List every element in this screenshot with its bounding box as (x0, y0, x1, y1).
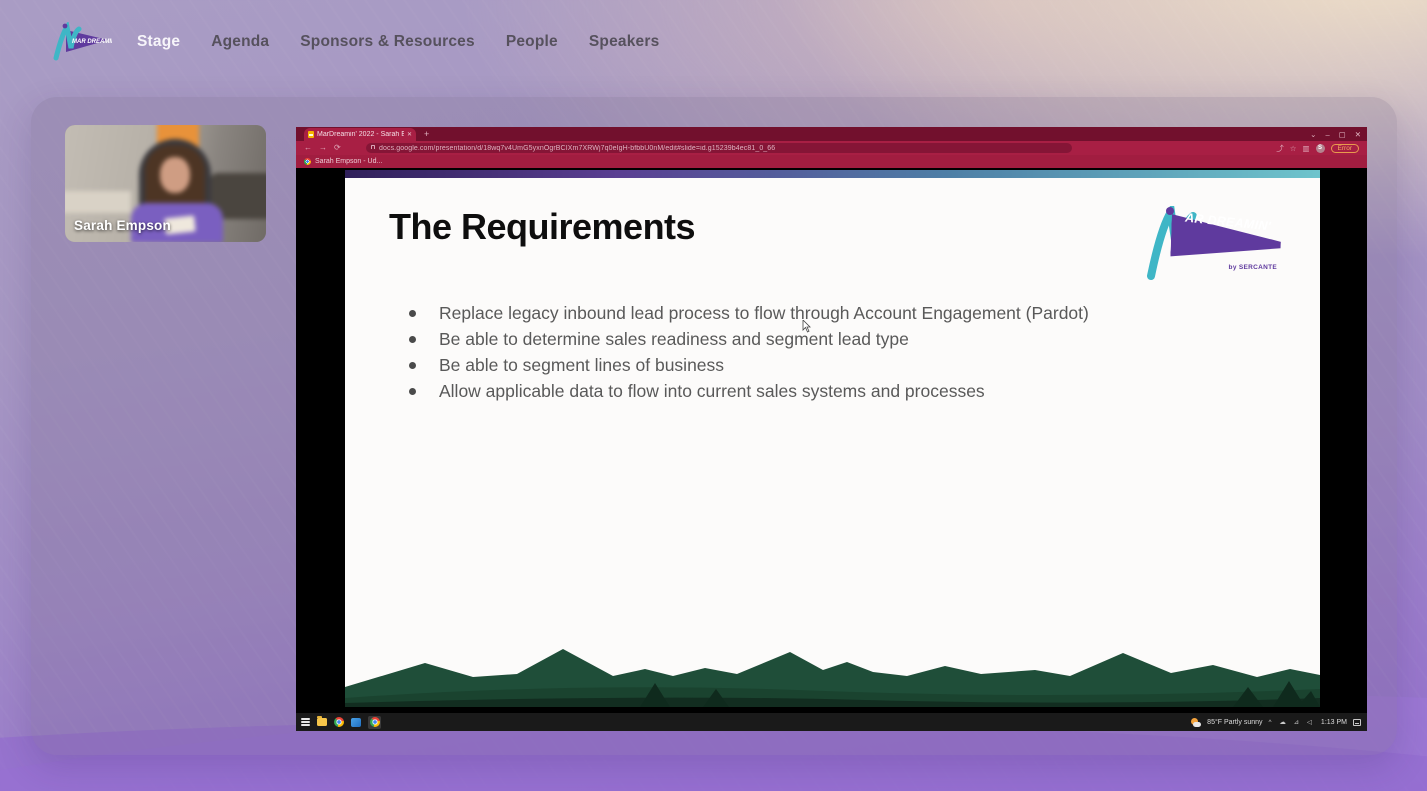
mail-app-icon[interactable] (351, 717, 361, 727)
slide-mardreamin-logo: AR DREAMIN' by SERCANTE (1145, 204, 1283, 282)
screenshare-video[interactable]: MarDreamin' 2022 - Sarah Empso ✕ + ⌄ – ▢… (296, 127, 1367, 731)
browser-tabstrip: MarDreamin' 2022 - Sarah Empso ✕ + ⌄ – ▢… (296, 127, 1367, 141)
presentation-viewport: The Requirements AR DREAMIN' by SERCANTE… (296, 168, 1367, 713)
share-icon[interactable]: ⤴ (1276, 143, 1284, 154)
chrome-icon[interactable] (369, 717, 380, 727)
new-tab-button[interactable]: + (424, 129, 429, 140)
start-menu-icon[interactable] (301, 718, 310, 726)
notification-center-icon[interactable] (1353, 718, 1361, 726)
clock[interactable]: 1:13 PM (1321, 719, 1347, 726)
taskbar-apps (301, 715, 381, 729)
slide-title: The Requirements (389, 206, 696, 247)
minimize-icon[interactable]: – (1325, 130, 1329, 139)
speaker-name-label: Sarah Empson (74, 218, 171, 233)
tab-search-icon[interactable]: ⌄ (1310, 130, 1316, 139)
bullet-item: Allow applicable data to flow into curre… (405, 378, 1265, 404)
mountain-graphic (345, 649, 1320, 707)
lock-icon (371, 145, 375, 149)
bullet-item: Be able to determine sales readiness and… (405, 326, 1265, 352)
speaker-webcam-tile[interactable]: Sarah Empson (65, 125, 266, 242)
bullet-item: Be able to segment lines of business (405, 352, 1265, 378)
browser-nav-buttons: ← → ⟳ (304, 142, 341, 154)
nav-item-speakers[interactable]: Speakers (589, 33, 660, 51)
profile-avatar[interactable]: S (1315, 143, 1325, 153)
bookmarks-bar: Sarah Empson - Ud... (296, 155, 1367, 168)
toolbar-right: ⤴ ☆ ▥ S Error (1276, 141, 1359, 155)
nav-menu: Stage Agenda Sponsors & Resources People… (137, 33, 659, 51)
slide: The Requirements AR DREAMIN' by SERCANTE… (345, 170, 1320, 707)
bookmark-star-icon[interactable]: ☆ (1290, 144, 1297, 153)
close-icon[interactable]: ✕ (1355, 130, 1361, 139)
weather-text[interactable]: 85°F Partly sunny (1207, 719, 1262, 726)
browser-tab[interactable]: MarDreamin' 2022 - Sarah Empso ✕ (304, 128, 416, 141)
mouse-cursor-icon (802, 320, 811, 333)
side-panel-icon[interactable]: ▥ (1302, 144, 1309, 153)
nav-item-sponsors-resources[interactable]: Sponsors & Resources (300, 33, 475, 51)
url-text: docs.google.com/presentation/d/18wq7v4Um… (379, 144, 776, 152)
slide-bullet-list: Replace legacy inbound lead process to f… (405, 300, 1265, 404)
system-tray: 85°F Partly sunny ^ ☁ ⊿ ◁ 1:13 PM (1191, 717, 1361, 727)
tab-close-icon[interactable]: ✕ (407, 131, 412, 138)
google-slides-icon (308, 131, 314, 138)
logo-text: MAR DREAMIN' (72, 39, 112, 45)
nav-item-agenda[interactable]: Agenda (211, 33, 269, 51)
chrome-icon[interactable] (334, 717, 344, 727)
back-icon[interactable]: ← (304, 142, 312, 154)
logo-byline: by SERCANTE (1228, 264, 1277, 271)
browser-toolbar: ← → ⟳ docs.google.com/presentation/d/18w… (296, 141, 1367, 155)
tray-icons[interactable]: ^ ☁ ⊿ ◁ (1269, 718, 1315, 726)
nav-item-stage[interactable]: Stage (137, 33, 180, 51)
bullet-item: Replace legacy inbound lead process to f… (405, 300, 1265, 326)
slide-gradient-bar (345, 170, 1320, 178)
bookmark-favicon (304, 158, 311, 165)
sync-error-button[interactable]: Error (1330, 143, 1359, 153)
reload-icon[interactable]: ⟳ (334, 142, 341, 154)
window-controls: ⌄ – ▢ ✕ (1310, 127, 1361, 141)
mardreamin-logo-icon[interactable]: MAR DREAMIN' (50, 22, 112, 62)
forward-icon[interactable]: → (319, 142, 327, 154)
weather-icon[interactable] (1191, 717, 1202, 727)
maximize-icon[interactable]: ▢ (1339, 130, 1346, 139)
active-app-highlight[interactable] (368, 715, 381, 729)
tab-title: MarDreamin' 2022 - Sarah Empso (317, 131, 404, 138)
bookmark-item[interactable]: Sarah Empson - Ud... (315, 158, 382, 165)
address-bar[interactable]: docs.google.com/presentation/d/18wq7v4Um… (366, 143, 1072, 153)
nav-item-people[interactable]: People (506, 33, 558, 51)
windows-taskbar: 85°F Partly sunny ^ ☁ ⊿ ◁ 1:13 PM (296, 713, 1367, 731)
top-navbar: MAR DREAMIN' Stage Agenda Sponsors & Res… (0, 0, 1427, 86)
file-explorer-icon[interactable] (317, 716, 327, 726)
